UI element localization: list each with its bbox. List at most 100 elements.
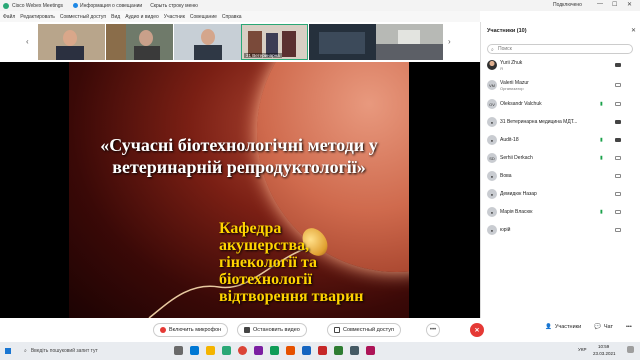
app-icon[interactable]	[366, 346, 375, 355]
windows-start-icon[interactable]	[5, 348, 11, 354]
camera-off-icon[interactable]	[615, 83, 621, 87]
thumbs-prev-icon[interactable]: ‹	[26, 37, 29, 46]
keyboard-language[interactable]: УКР	[578, 347, 586, 352]
camera-off-icon[interactable]	[615, 192, 621, 196]
participant-row[interactable]: Yurii Zhuk Я	[487, 56, 639, 74]
department-line: відтворення тварин	[219, 288, 364, 305]
department-line: біотехнології	[219, 271, 313, 288]
share-label: Совместный доступ	[343, 327, 394, 333]
microphone-icon[interactable]: ▮	[600, 155, 603, 161]
chat-tab[interactable]: 💬 Чат	[594, 324, 613, 330]
notifications-icon[interactable]	[627, 346, 634, 353]
participant-row[interactable]: ● Вова	[487, 167, 639, 185]
close-window-button[interactable]: ✕	[627, 1, 632, 8]
menu-help[interactable]: Справка	[222, 14, 242, 20]
camera-off-icon[interactable]	[615, 102, 621, 106]
camera-off-icon[interactable]	[615, 174, 621, 178]
menu-bar: Файл Редактировать Совместный доступ Вид…	[0, 11, 480, 22]
presentation-slide: «Сучасні біотехнологічні методи у ветери…	[69, 62, 409, 318]
participant-thumbnail[interactable]	[174, 24, 241, 60]
department-line: Кафедра	[219, 220, 282, 237]
participant-search-input[interactable]: ⌕ Поиск	[487, 44, 633, 54]
minimize-button[interactable]: —	[597, 1, 603, 7]
slide-title: «Сучасні біотехнологічні методи у ветери…	[100, 135, 378, 177]
camera-off-icon[interactable]	[615, 228, 621, 232]
edge-browser-icon[interactable]	[190, 346, 199, 355]
participant-row[interactable]: OV Oleksandr Valchuk ▮	[487, 95, 639, 113]
app-icon[interactable]	[318, 346, 327, 355]
more-panels-button[interactable]: •••	[626, 324, 632, 330]
slide-department: Кафедра акушерства, гінекології та біоте…	[219, 220, 409, 305]
participant-thumbnail[interactable]	[106, 24, 173, 60]
chrome-icon[interactable]	[238, 346, 247, 355]
menu-view[interactable]: Вид	[111, 14, 120, 20]
camera-off-icon[interactable]	[615, 210, 621, 214]
webex-taskbar-icon[interactable]	[222, 346, 231, 355]
task-view-icon[interactable]	[174, 346, 183, 355]
menu-meeting[interactable]: Совещание	[190, 14, 217, 20]
menu-file[interactable]: Файл	[3, 14, 15, 20]
maximize-button[interactable]: ☐	[612, 1, 617, 8]
unmute-button[interactable]: Включить микрофон	[153, 323, 229, 337]
participant-row[interactable]: VM Valerii Mazur Организатор	[487, 76, 639, 94]
close-panel-button[interactable]: ✕	[631, 27, 636, 34]
participant-thumbnail[interactable]	[309, 24, 376, 60]
app-icon[interactable]	[254, 346, 263, 355]
avatar: ●	[487, 225, 497, 235]
meeting-info-button[interactable]: Информация о совещании	[73, 3, 142, 9]
participant-name: Oleksandr Valchuk	[500, 101, 542, 107]
search-icon: ⌕	[24, 348, 27, 354]
participant-row[interactable]: ● юрій	[487, 221, 639, 239]
clock-date[interactable]: 23.03.2021	[593, 351, 616, 356]
hide-menubar-button[interactable]: Скрыть строку меню	[150, 3, 198, 9]
avatar: ●	[487, 171, 497, 181]
microphone-icon[interactable]: ▮	[600, 101, 603, 107]
microphone-icon[interactable]: ▮	[600, 209, 603, 215]
participant-video	[38, 24, 105, 60]
taskbar-search-input[interactable]: ⌕ Введіть пошуковий запит тут	[24, 346, 164, 356]
file-explorer-icon[interactable]	[206, 346, 215, 355]
share-button[interactable]: Совместный доступ	[327, 323, 401, 337]
app-icon[interactable]	[334, 346, 343, 355]
camera-icon[interactable]	[615, 138, 621, 142]
share-screen-icon	[334, 327, 340, 333]
word-icon[interactable]	[302, 346, 311, 355]
participant-role: Я	[500, 65, 503, 71]
app-icon[interactable]	[286, 346, 295, 355]
menu-participant[interactable]: Участник	[164, 14, 185, 20]
participant-row[interactable]: SD Serhii Derkach ▮	[487, 149, 639, 167]
participant-thumbnail-active[interactable]: 31 Ветеринарна	[241, 24, 308, 60]
participant-row[interactable]: ● Audit-18 ▮	[487, 131, 639, 149]
connection-status[interactable]: Подключено	[553, 2, 582, 8]
stop-video-button[interactable]: Остановить видео	[237, 323, 307, 337]
thumbs-next-icon[interactable]: ›	[448, 37, 451, 46]
microphone-icon[interactable]: ▮	[600, 137, 603, 143]
menu-audio-video[interactable]: Аудио и видео	[125, 14, 159, 20]
participant-row[interactable]: ● Демидюк Назар	[487, 185, 639, 203]
department-line: гінекології та	[219, 254, 318, 271]
participant-row[interactable]: ● 31 Ветеринарна медицина МДТ...	[487, 113, 639, 131]
camera-off-icon[interactable]	[615, 156, 621, 160]
info-icon	[73, 3, 79, 8]
menu-share[interactable]: Совместный доступ	[60, 14, 106, 20]
taskbar-search-placeholder: Введіть пошуковий запит тут	[30, 348, 98, 354]
webex-logo-icon	[3, 2, 9, 9]
app-icon[interactable]	[350, 346, 359, 355]
app-icon[interactable]	[270, 346, 279, 355]
app-title: Cisco Webex Meetings	[12, 2, 64, 9]
participants-tab[interactable]: 👤 Участники	[545, 324, 581, 330]
participant-name: Yurii Zhuk	[500, 59, 523, 66]
end-meeting-icon[interactable]: ✕	[470, 323, 484, 337]
clock-time[interactable]: 10:59	[598, 344, 609, 349]
avatar: ●	[487, 189, 497, 199]
stop-video-label: Остановить видео	[253, 327, 300, 333]
camera-icon[interactable]	[615, 120, 621, 124]
meeting-controls: Включить микрофон Остановить видео Совме…	[0, 318, 640, 342]
participant-thumbnail[interactable]	[376, 24, 443, 60]
more-options-button[interactable]: •••	[426, 323, 440, 337]
camera-icon[interactable]	[615, 63, 621, 67]
title-bar: Cisco Webex Meetings Информация о совеща…	[0, 0, 640, 11]
menu-edit[interactable]: Редактировать	[20, 14, 55, 20]
participant-row[interactable]: ● Марія Власюк ▮	[487, 203, 639, 221]
participant-thumbnail[interactable]	[38, 24, 105, 60]
